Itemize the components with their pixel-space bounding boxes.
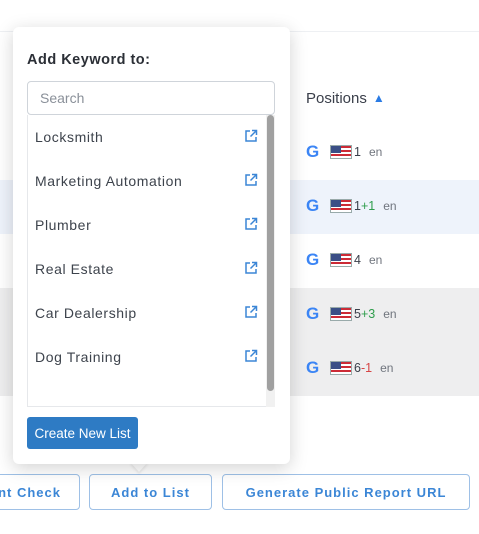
popover-title: Add Keyword to:: [27, 52, 151, 68]
external-link-icon[interactable]: [244, 129, 258, 143]
list-item-label: Locksmith: [35, 129, 104, 145]
action-toolbar: nt Check Add to List Generate Public Rep…: [0, 474, 479, 510]
position-value: 6: [354, 361, 361, 375]
google-icon: G: [306, 142, 320, 161]
language-code: en: [383, 199, 397, 213]
position-cell: 4 en: [330, 253, 382, 267]
position-value: 1: [354, 145, 361, 159]
position-value: 1: [354, 199, 361, 213]
language-code: en: [368, 145, 383, 159]
create-new-list-button[interactable]: Create New List: [27, 417, 138, 449]
external-link-icon[interactable]: [244, 261, 258, 275]
position-value: 5: [354, 307, 361, 321]
language-code: en: [380, 361, 394, 375]
search-input[interactable]: [27, 81, 275, 115]
scrollbar-thumb[interactable]: [267, 115, 274, 391]
us-flag-icon: [330, 253, 352, 267]
us-flag-icon: [330, 199, 352, 213]
add-to-list-button[interactable]: Add to List: [89, 474, 212, 510]
position-change: -1: [360, 361, 373, 375]
list-item[interactable]: Marketing Automation: [28, 159, 274, 203]
positions-column-header[interactable]: Positions ▲: [306, 90, 385, 107]
language-code: en: [383, 307, 397, 321]
list-item-label: Dog Training: [35, 349, 122, 365]
us-flag-icon: [330, 145, 352, 159]
external-link-icon[interactable]: [244, 305, 258, 319]
list-item[interactable]: Locksmith: [28, 115, 274, 159]
add-keyword-popover: Add Keyword to: Locksmith Marketing Auto…: [13, 27, 290, 464]
check-button[interactable]: nt Check: [0, 474, 80, 510]
google-icon: G: [306, 196, 320, 215]
list-item[interactable]: Real Estate: [28, 247, 274, 291]
position-cell: 1 +1 en: [330, 199, 397, 213]
positions-header-label: Positions: [306, 90, 367, 107]
list-item-label: Plumber: [35, 217, 92, 233]
list-item-label: Marketing Automation: [35, 173, 183, 189]
us-flag-icon: [330, 361, 352, 375]
list-item[interactable]: Plumber: [28, 203, 274, 247]
list-scrollbar[interactable]: [266, 115, 275, 407]
list-options: Locksmith Marketing Automation Plumber R…: [27, 115, 275, 407]
us-flag-icon: [330, 307, 352, 321]
sort-ascending-icon[interactable]: ▲: [373, 91, 385, 105]
position-value: 4: [354, 253, 361, 267]
list-item-label: Real Estate: [35, 261, 114, 277]
position-cell: 5 +3 en: [330, 307, 397, 321]
external-link-icon[interactable]: [244, 349, 258, 363]
list-item[interactable]: Dog Training: [28, 335, 274, 379]
position-change: +3: [360, 307, 376, 321]
google-icon: G: [306, 250, 320, 269]
position-cell: 6 -1 en: [330, 361, 393, 375]
position-cell: 1 en: [330, 145, 382, 159]
google-icon: G: [306, 304, 320, 323]
generate-report-url-button[interactable]: Generate Public Report URL: [222, 474, 470, 510]
external-link-icon[interactable]: [244, 217, 258, 231]
list-item-label: Car Dealership: [35, 305, 137, 321]
language-code: en: [368, 253, 383, 267]
google-icon: G: [306, 358, 320, 377]
position-change: +1: [360, 199, 376, 213]
external-link-icon[interactable]: [244, 173, 258, 187]
list-item[interactable]: Car Dealership: [28, 291, 274, 335]
